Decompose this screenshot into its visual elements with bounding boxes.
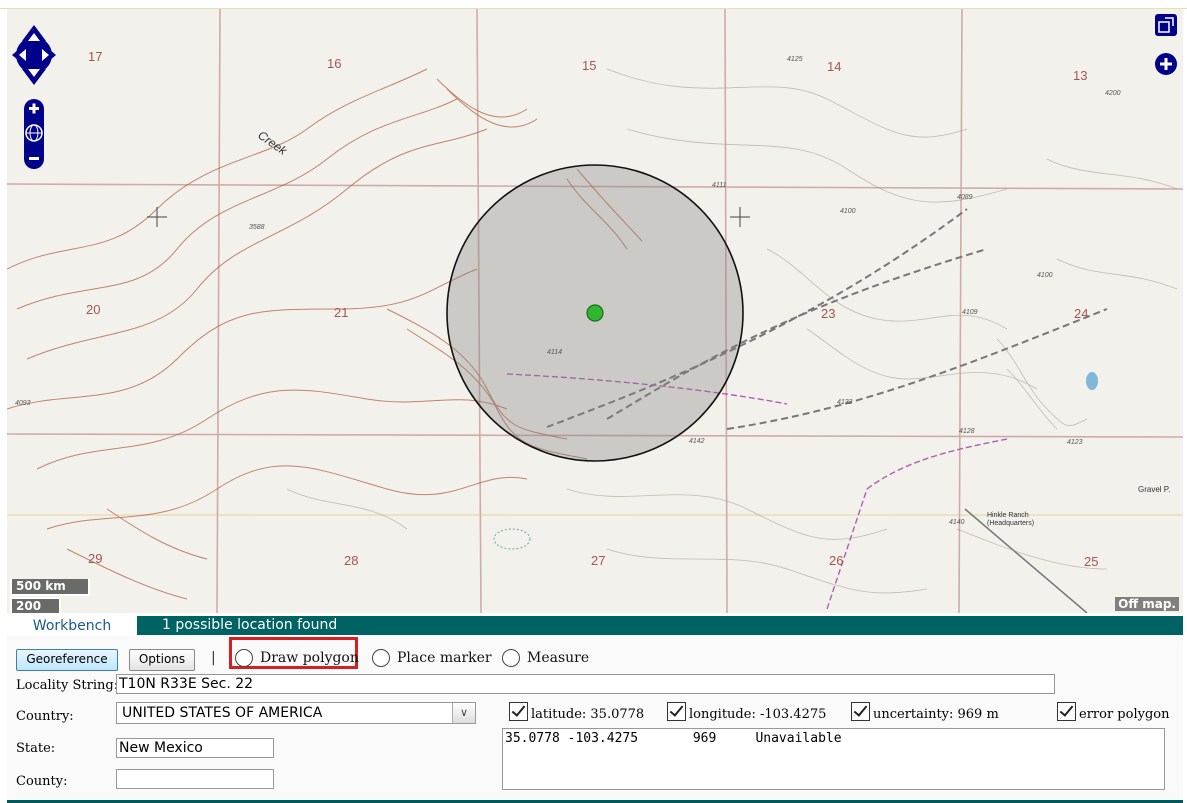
uncertainty-checkbox-row: uncertainty: 969 m	[851, 702, 999, 722]
map-label-section: 28	[344, 553, 358, 568]
layer-switcher-plus-icon[interactable]	[1154, 52, 1178, 76]
measure-label: Measure	[527, 650, 590, 666]
map-tiles: 17 16 15 14 13 20 21 23 24 29 28 27 26 2…	[7, 9, 1183, 613]
map-label-section: 21	[334, 305, 348, 320]
map-label-section: 16	[327, 56, 341, 71]
state-label: State:	[16, 741, 56, 756]
scale-bar-km: 500 km	[10, 579, 90, 596]
tab-workbench[interactable]: Workbench	[7, 616, 137, 636]
draw-polygon-label: Draw polygon	[260, 650, 359, 666]
map-label-section: 20	[86, 302, 100, 317]
location-marker[interactable]	[586, 304, 604, 322]
map-label-elevation: 4114	[547, 349, 562, 356]
scale-bar-mi: 200 mi	[10, 597, 61, 613]
pan-up-button[interactable]	[22, 23, 46, 43]
off-map-indicator: Off map.	[1115, 597, 1179, 611]
map-label-elevation: 4093	[15, 400, 31, 407]
latitude-checkbox[interactable]	[509, 702, 528, 721]
map-label-elevation: 4132	[837, 399, 853, 406]
options-button[interactable]: Options	[129, 649, 195, 671]
map-label-section: 25	[1084, 554, 1098, 569]
measure-radio[interactable]: Measure	[502, 648, 589, 668]
status-message: 1 possible location found	[162, 617, 338, 633]
map-label-ranch: Hinkle Ranch	[987, 512, 1029, 519]
maximize-icon[interactable]	[1154, 13, 1178, 37]
globe-icon[interactable]	[24, 123, 44, 143]
map-label-section: 26	[829, 553, 843, 568]
country-label: Country:	[16, 709, 74, 724]
georeference-button[interactable]: Georeference	[16, 649, 118, 671]
result-output-textarea[interactable]: 35.0778 -103.4275 969 Unavailable	[502, 728, 1165, 790]
error-polygon-label: error polygon	[1079, 707, 1170, 722]
map-label-section: 24	[1074, 306, 1088, 321]
map-label-section: 23	[821, 306, 835, 321]
map-label-elevation: 4128	[959, 428, 975, 435]
workbench-panel: Workbench 1 possible location found Geor…	[7, 616, 1183, 803]
map-label-section: 15	[582, 58, 596, 73]
uncertainty-checkbox[interactable]	[851, 702, 870, 721]
map-label-elevation: 4111	[712, 182, 727, 189]
radio-circle-icon	[502, 649, 520, 667]
map-label-elevation: 4200	[1105, 90, 1121, 97]
map-label-gravel: Gravel P.	[1138, 485, 1170, 494]
map-label-elevation: 3588	[249, 224, 265, 231]
draw-polygon-radio[interactable]: Draw polygon	[235, 648, 359, 668]
longitude-label: longitude: -103.4275	[689, 707, 827, 722]
map-label-headquarters: (Headquarters)	[987, 520, 1034, 527]
map-label-elevation: 4100	[1037, 272, 1053, 279]
map-label-section: 14	[827, 59, 841, 74]
zoom-in-button[interactable]	[24, 99, 44, 119]
map-label-elevation: 4123	[1067, 439, 1083, 446]
map-navigation-control	[12, 23, 56, 173]
map-label-elevation: 4140	[949, 519, 965, 526]
locality-string-input[interactable]: T10N R33E Sec. 22	[116, 674, 1055, 694]
place-marker-label: Place marker	[397, 650, 492, 666]
latitude-label: latitude: 35.0778	[531, 707, 645, 722]
uncertainty-label: uncertainty: 969 m	[873, 707, 999, 722]
radio-circle-icon	[372, 649, 390, 667]
map-label-elevation: 4125	[787, 56, 803, 63]
map-label-elevation: 4100	[840, 208, 856, 215]
county-input[interactable]	[116, 769, 274, 789]
locality-string-label: Locality String:	[16, 678, 119, 693]
topographic-map[interactable]: 17 16 15 14 13 20 21 23 24 29 28 27 26 2…	[7, 9, 1183, 613]
map-label-section: 29	[88, 551, 102, 566]
error-polygon-checkbox[interactable]	[1057, 702, 1076, 721]
map-label-section: 27	[591, 553, 605, 568]
county-label: County:	[16, 774, 68, 789]
error-polygon-checkbox-row: error polygon	[1057, 702, 1169, 722]
longitude-checkbox[interactable]	[667, 702, 686, 721]
toolbar-separator: |	[211, 650, 216, 666]
country-select[interactable]: UNITED STATES OF AMERICA ∨	[116, 702, 476, 724]
chevron-down-icon[interactable]: ∨	[452, 703, 475, 723]
pan-left-button[interactable]	[12, 43, 26, 67]
country-value: UNITED STATES OF AMERICA	[122, 705, 323, 721]
place-marker-radio[interactable]: Place marker	[372, 648, 492, 668]
map-label-section: 13	[1073, 68, 1087, 83]
state-input[interactable]: New Mexico	[116, 738, 274, 758]
map-label-elevation: 4142	[689, 438, 705, 445]
map-label-section: 17	[88, 49, 102, 64]
latitude-checkbox-row: latitude: 35.0778	[509, 702, 644, 722]
pan-right-button[interactable]	[42, 43, 56, 67]
zoom-out-button[interactable]	[24, 148, 44, 168]
radio-circle-icon	[235, 649, 253, 667]
longitude-checkbox-row: longitude: -103.4275	[667, 702, 826, 722]
top-border	[0, 0, 1187, 9]
map-label-elevation: 4109	[962, 309, 978, 316]
map-label-elevation: 4089	[957, 194, 973, 201]
workbench-tab-bar: Workbench 1 possible location found	[7, 616, 1183, 636]
pan-down-button[interactable]	[22, 67, 46, 87]
